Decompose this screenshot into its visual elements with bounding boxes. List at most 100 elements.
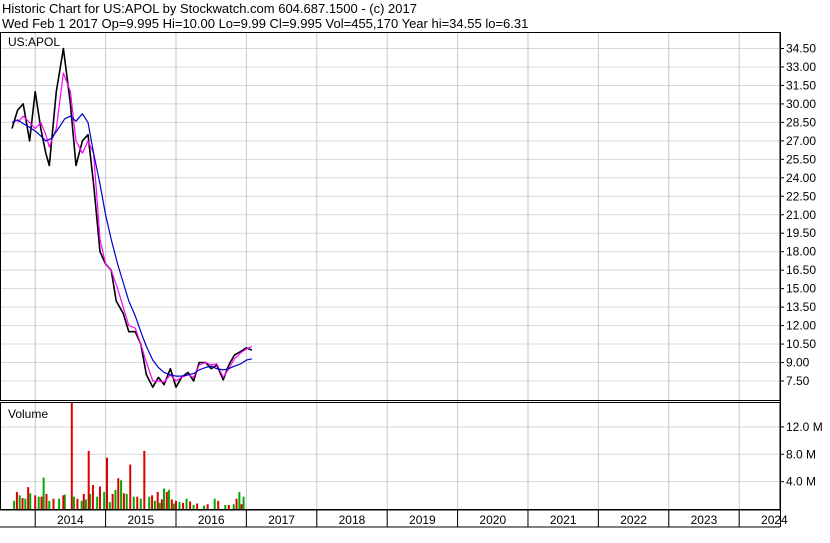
volume_down-bar [52, 498, 55, 509]
volume_up-bar [24, 498, 27, 509]
volume_up-bar [167, 489, 170, 509]
year-tick-label: 2015 [127, 513, 154, 527]
year-tick-label: 2020 [479, 513, 506, 527]
price-tick-label: 25.50 [786, 152, 816, 166]
volume_down-bar [129, 464, 132, 509]
price-tick-label: 30.00 [786, 97, 816, 111]
volume-tick-label: 4.0 M [786, 475, 816, 489]
volume_down-bar [98, 486, 101, 509]
volume_up-bar [120, 480, 123, 509]
ma_short-line [17, 72, 253, 383]
volume_down-bar [165, 491, 168, 509]
volume_down-bar [87, 450, 90, 509]
volume-tick-label: 12.0 M [786, 420, 823, 434]
volume_down-bar [62, 495, 65, 509]
volume_down-bar [170, 499, 173, 509]
price-tick-label: 7.50 [786, 374, 810, 388]
price-panel-frame [0, 32, 781, 401]
volume_down-bar [227, 504, 230, 509]
volume_up-bar [148, 496, 151, 509]
price-tick-label: 24.00 [786, 171, 816, 185]
volume_down-bar [21, 498, 24, 509]
volume_up-bar [185, 498, 188, 509]
volume_up-bar [48, 500, 51, 509]
volume_up-bar [125, 493, 128, 509]
price-tick-label: 31.50 [786, 78, 816, 92]
volume_up-bar [42, 477, 45, 509]
volume_down-bar [182, 502, 185, 509]
volume_down-bar [82, 493, 85, 509]
volume_up-bar [37, 496, 40, 509]
volume_up-bar [163, 488, 166, 509]
volume_down-bar [27, 487, 30, 509]
volume_down-bar [40, 496, 43, 509]
price-tick-label: 13.50 [786, 300, 816, 314]
price-tick-label: 34.50 [786, 42, 816, 56]
volume-label: Volume [8, 407, 48, 421]
volume_down-bar [235, 498, 238, 509]
volume_down-bar [240, 504, 243, 509]
volume_down-bar [206, 504, 209, 509]
volume-tick-label: 8.0 M [786, 447, 816, 461]
volume_down-bar [76, 498, 79, 509]
volume_up-bar [132, 496, 135, 509]
volume_up-bar [213, 498, 216, 509]
price-tick-label: 16.50 [786, 263, 816, 277]
price-tick-label: 9.00 [786, 356, 810, 370]
volume_up-bar [203, 505, 206, 509]
volume_down-bar [174, 500, 177, 509]
year-tick-label: 2023 [691, 513, 718, 527]
price-volume-chart: 34.50 33.00 31.50 30.00 28.50 27.00 25.50 24.00… [0, 32, 823, 528]
volume_up-bar [80, 500, 83, 509]
volume_down-bar [160, 499, 163, 509]
volume_up-bar [224, 504, 227, 509]
price-tick-label: 18.00 [786, 245, 816, 259]
volume_up-bar [158, 502, 161, 509]
year-tick-label: 2019 [409, 513, 436, 527]
volume_down-bar [151, 495, 154, 509]
grid-lines [0, 32, 780, 527]
price-tick-label: 19.50 [786, 226, 816, 240]
year-tick-label: 2022 [620, 513, 647, 527]
volume_down-bar [156, 491, 159, 509]
volume_down-bar [106, 457, 109, 509]
year-tick-label: 2014 [57, 513, 84, 527]
volume_down-bar [117, 478, 120, 509]
volume_up-bar [178, 502, 181, 509]
volume_up-bar [108, 502, 111, 509]
volume_up-bar [172, 503, 175, 509]
volume_down-bar [143, 450, 146, 509]
year-tick-label: 2018 [339, 513, 366, 527]
volume_down-bar [34, 495, 37, 509]
price-tick-label: 10.50 [786, 337, 816, 351]
ma_long-line [11, 113, 253, 377]
price-tick-label: 22.50 [786, 189, 816, 203]
volume_up-bar [103, 491, 106, 509]
volume_up-bar [242, 496, 245, 509]
volume_up-bar [58, 498, 61, 509]
volume_up-bar [72, 496, 75, 509]
price-tick-label: 15.00 [786, 282, 816, 296]
volume_down-bar [136, 496, 139, 509]
volume_down-bar [91, 485, 94, 509]
volume_up-bar [238, 491, 241, 509]
volume_down-bar [70, 403, 73, 509]
price-tick-label: 33.00 [786, 60, 816, 74]
price-tick-label: 21.00 [786, 208, 816, 222]
volume_up-bar [96, 496, 99, 509]
volume_up-bar [84, 499, 87, 509]
price-lines [11, 47, 253, 389]
volume_down-bar [217, 500, 220, 509]
volume_down-bar [111, 493, 114, 509]
volume_up-bar [114, 489, 117, 509]
volume_down-bar [45, 493, 48, 509]
volume_down-bar [122, 493, 125, 509]
price-tick-label: 27.00 [786, 134, 816, 148]
year-tick-label: 2017 [268, 513, 295, 527]
year-tick-label: 2024 [761, 513, 788, 527]
volume_down-bar [15, 491, 18, 509]
volume_up-bar [13, 500, 16, 509]
chart-frame [0, 32, 784, 528]
volume_up-bar [232, 504, 235, 509]
year-tick-label: 2016 [198, 513, 225, 527]
